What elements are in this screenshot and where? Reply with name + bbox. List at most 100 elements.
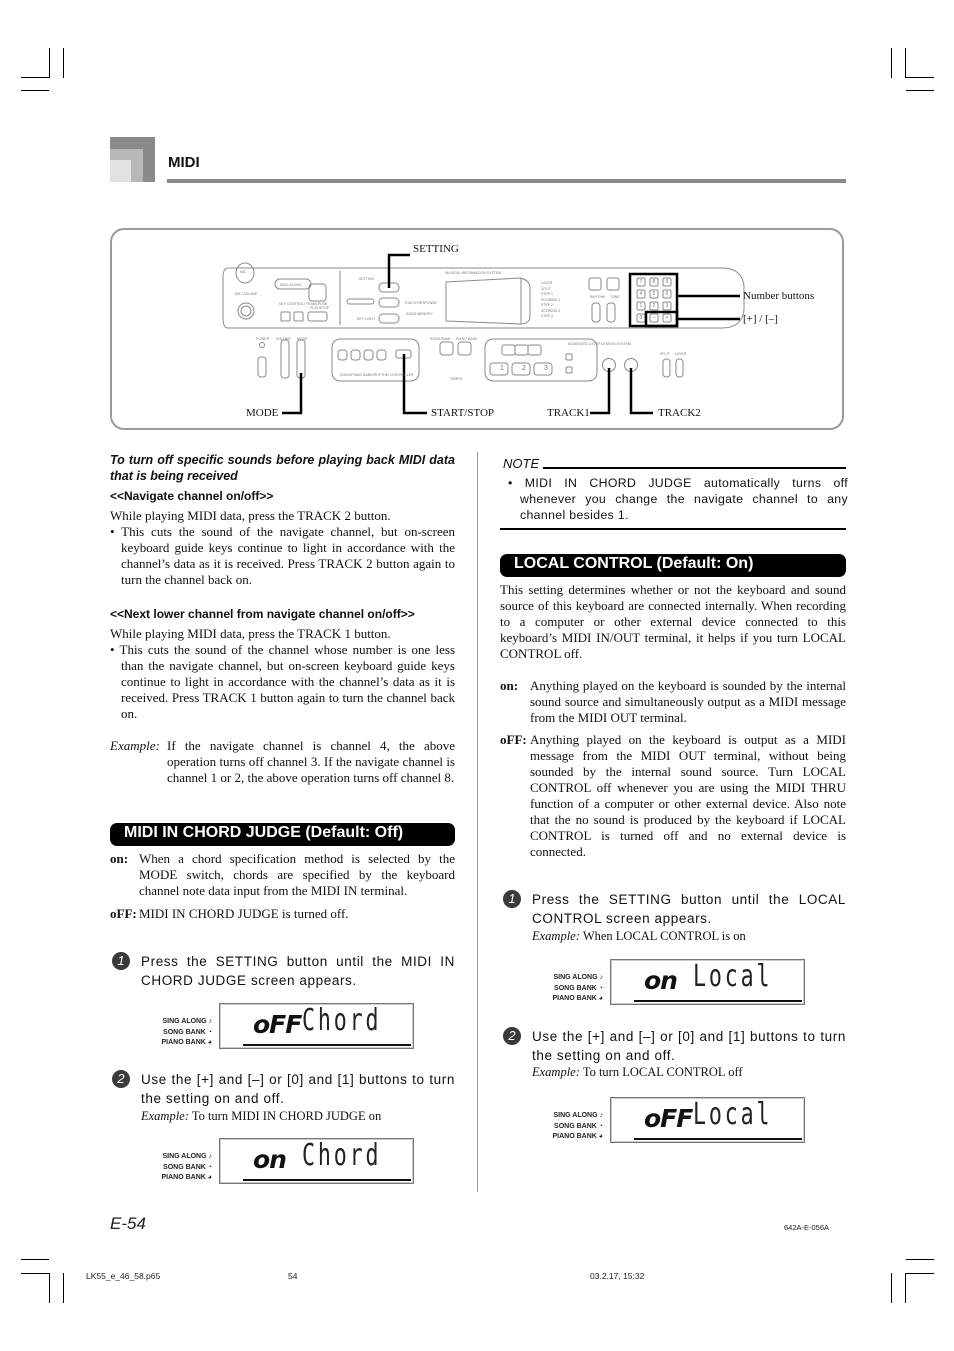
crop-mark (906, 1259, 934, 1260)
chord-judge-step-2-example: Example: To turn MIDI IN CHORD JUDGE on (141, 1109, 381, 1124)
piano-bank-label: PIANO BANK (456, 337, 478, 341)
number-key-7: 7 (639, 279, 643, 285)
crop-mark (906, 77, 934, 78)
section-title: MIDI (168, 154, 200, 171)
key-light-label: KEY LIGHT (357, 317, 376, 321)
step-3-button (533, 362, 553, 376)
lcd-word: Chord (302, 1003, 382, 1038)
off-text: MIDI IN CHORD JUDGE is turned off. (139, 906, 349, 921)
lcd-state: oFF (644, 1104, 693, 1133)
chord-judge-step-2-text: Use the [+] and [–] or [0] and [1] butto… (141, 1072, 455, 1106)
mic-label: MIC (240, 270, 247, 274)
song-memory-label: SONG MEMORY (406, 312, 433, 316)
example-text: To turn MIDI IN CHORD JUDGE on (191, 1109, 382, 1123)
channel-example: Example: If the navigate channel is chan… (110, 738, 455, 786)
page-number: E-54 (110, 1214, 146, 1233)
number-key-8: 8 (652, 279, 656, 285)
on-text: Anything played on the keyboard is sound… (530, 678, 846, 725)
song-bank-icon: ◔ (598, 1122, 603, 1130)
navigate-channel-intro: While playing MIDI data, press the TRACK… (110, 508, 391, 523)
plus-minus-callout: [+] / [–] (743, 313, 778, 325)
crop-mark (906, 90, 934, 91)
crop-mark (905, 1273, 906, 1303)
mic-volume-label: MIC VOLUME (235, 292, 258, 296)
step-2-button (511, 362, 531, 376)
lcd-state: on (644, 966, 678, 995)
header-rule (167, 179, 846, 183)
plus-key: + (665, 315, 669, 321)
lcd-mode-labels: SING ALONG ♪ SONG BANK ◔ PIANO BANK ◕ (552, 974, 603, 1002)
print-page: 54 (288, 1271, 298, 1281)
step-2-key-label: 2 (522, 365, 526, 372)
power-button (257, 356, 267, 378)
track2-callout: TRACK2 (658, 407, 701, 419)
rhythm-label: RHYTHM (590, 295, 605, 299)
split-button (662, 358, 671, 378)
mode-callout: MODE (246, 407, 279, 419)
key-control-up-button (293, 311, 304, 322)
layer-label: LAYER (675, 352, 687, 356)
power-indicator (259, 342, 265, 348)
note-title: NOTE (503, 456, 540, 471)
example-text: To turn LOCAL CONTROL off (582, 1065, 743, 1079)
crop-mark (21, 1259, 49, 1260)
example-label: Example: (110, 738, 160, 753)
power-label: POWER (256, 337, 270, 341)
lcd-mode-labels: SING ALONG ♪ SONG BANK ◔ PIANO BANK ◕ (552, 1112, 603, 1140)
controller-label: SONG/PIANO BANK/RHYTHM CONTROLLER (340, 373, 414, 377)
split-label: SPLIT (660, 352, 670, 356)
local-control-step-1-example: Example: When LOCAL CONTROL is on (532, 929, 746, 944)
lcd-chord-off: oFF Chord (219, 1003, 414, 1049)
info-system-label: MUSICAL INFORMATION SYSTEM (445, 271, 502, 275)
crop-mark (21, 1273, 49, 1274)
number-key-4: 4 (639, 291, 643, 297)
piano-bank-button (457, 341, 472, 356)
rhythm-button (588, 277, 602, 291)
song-bank-icon: ◔ (207, 1163, 212, 1171)
tempo-label: TEMPO (450, 377, 463, 381)
step-2-badge: 2 (112, 1070, 130, 1088)
lcd-word: Local (693, 1097, 773, 1132)
crop-mark (905, 48, 906, 78)
number-buttons-callout: Number buttons (743, 290, 815, 302)
lower-channel-intro: While playing MIDI data, press the TRACK… (110, 626, 391, 641)
example-label: Example: (141, 1109, 189, 1123)
step-1-button (489, 362, 509, 376)
header-decor-square (110, 160, 131, 182)
left-column-text: To turn off specific sounds before playi… (110, 452, 455, 786)
local-control-off-definition: oFF: Anything played on the keyboard is … (500, 732, 846, 860)
lcd-mode-labels: SING ALONG ♪ SONG BANK ◔ PIANO BANK ◕ (161, 1153, 213, 1181)
track1-leader-line (590, 368, 611, 415)
lcd-word: Chord (302, 1138, 382, 1173)
local-control-body: This setting determines whether or not t… (500, 582, 846, 860)
step-1-badge: 1 (112, 952, 130, 970)
column-divider (477, 452, 478, 1192)
lcd-mode-labels: SING ALONG ♪ SONG BANK ◔ PIANO BANK ◕ (161, 1018, 213, 1046)
track2-leader-line (629, 368, 653, 415)
sing-along-icon: ♪ (208, 1018, 213, 1025)
lcd-state: on (253, 1145, 287, 1174)
lcd-local-on: on Local (610, 959, 805, 1005)
lower-channel-bullet: • This cuts the sound of the channel who… (110, 642, 455, 721)
crop-mark (63, 48, 64, 78)
number-key-0: 0 (639, 315, 643, 321)
on-term: on: (500, 678, 519, 693)
lower-channel-heading: <<Next lower channel from navigate chann… (110, 607, 415, 621)
lcd-baseline (243, 1179, 411, 1181)
navigate-channel-heading: <<Navigate channel on/off>> (110, 489, 274, 503)
piano-bank-icon: ◕ (598, 1133, 603, 1140)
play-stop-label: PLAY/STOP (310, 306, 330, 310)
sing-along-icon: ♪ (208, 1153, 213, 1160)
note-text: • MIDI IN CHORD JUDGE automatically turn… (508, 476, 848, 522)
sing-along-label: SING ALONG (280, 283, 302, 287)
volume-slider (280, 339, 290, 379)
midi-button (378, 297, 400, 308)
lcd-baseline (634, 1138, 802, 1140)
example-label: Example: (532, 1065, 580, 1079)
sing-along-icon-button (308, 283, 327, 302)
touch-response-label: TOUCH RESPONSE (404, 301, 437, 305)
step-1-key-label: 1 (500, 365, 504, 372)
mode-small-label: MODE (297, 337, 308, 341)
local-control-step-2-text: Use the [+] and [–] or [0] and [1] butto… (532, 1029, 846, 1063)
example-text: If the navigate channel is channel 4, th… (167, 738, 455, 785)
